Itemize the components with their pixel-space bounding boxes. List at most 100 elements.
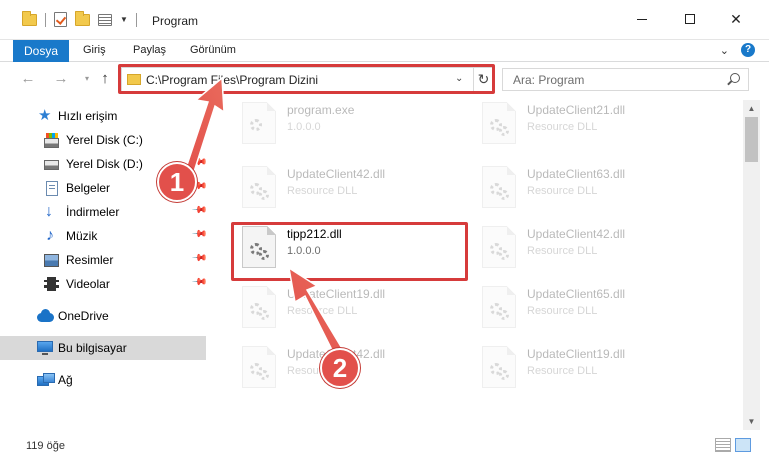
folder-icon [127,74,141,85]
vertical-scrollbar[interactable]: ▲ ▼ [743,100,760,430]
folder-icon [22,10,37,26]
tab-view[interactable]: Görünüm [190,44,236,56]
toolbar-separator [135,12,137,27]
maximize-icon [685,14,695,24]
dll-file-icon [482,226,516,268]
tab-home[interactable]: Giriş [83,44,106,56]
gear-icon [250,119,262,131]
view-options-icon[interactable] [98,13,112,26]
videos-icon [44,277,59,291]
back-button[interactable]: ← [19,70,37,87]
file-item[interactable]: UpdateClient65.dll Resource DLL [462,282,692,334]
status-bar: 119 öğe [0,430,769,474]
tab-file[interactable]: Dosya [13,40,69,62]
customize-toolbar-icon[interactable]: ▼ [120,15,128,24]
sidebar-item-onedrive[interactable]: OneDrive [0,304,206,328]
tab-share[interactable]: Paylaş [133,44,166,56]
ribbon-tabs: Dosya Giriş Paylaş Görünüm ⌄ ? [0,40,769,62]
pin-icon[interactable]: 📌 [191,202,208,219]
file-item[interactable]: UpdateClient21.dll Resource DLL [462,100,692,150]
scroll-up-icon[interactable]: ▲ [743,100,760,117]
forward-button[interactable]: → [52,70,70,87]
gear-icon [259,310,269,320]
file-item[interactable]: UpdateClient42.dll Resource DLL [222,162,452,214]
sidebar-item-label: OneDrive [58,309,109,323]
pictures-icon [44,254,59,267]
file-description: 1.0.0.0 [287,245,321,257]
dll-file-icon [482,166,516,208]
recent-locations-icon[interactable]: ▾ [78,74,96,83]
maximize-button[interactable] [667,4,713,34]
sidebar-item-label: Müzik [66,229,98,243]
file-item-tipp212-dll[interactable]: tipp212.dll 1.0.0.0 [222,222,452,274]
navigation-bar: ← → ▾ ↑ C:\Program Files\Program Dizini … [0,62,769,100]
file-item[interactable]: UpdateClient63.dll Resource DLL [462,162,692,214]
file-description: Resource DLL [527,121,598,133]
file-name: UpdateClient42.dll [287,167,386,181]
sidebar-item-label: İndirmeler [66,205,120,219]
dll-file-icon [482,346,516,388]
file-name: program.exe [287,103,355,117]
pin-icon[interactable]: 📌 [191,226,208,243]
sidebar-item-label: Yerel Disk (C:) [66,133,143,147]
sidebar-item-label: Hızlı erişim [58,109,118,123]
gear-icon [259,370,269,380]
onedrive-icon [37,309,54,322]
file-item[interactable]: UpdateClient19.dll Resource DLL [462,342,692,394]
sidebar-item-label: Yerel Disk (D:) [66,157,143,171]
file-description: Resource DLL [527,185,598,197]
close-button[interactable]: ✕ [713,4,759,34]
sidebar-item-local-disk-c[interactable]: Yerel Disk (C:) [0,128,206,152]
sidebar-item-videos[interactable]: Videolar 📌 [0,272,208,296]
quick-access-toolbar: ▼ [22,10,137,27]
pin-icon[interactable]: 📌 [191,154,208,171]
scroll-down-icon[interactable]: ▼ [743,413,760,430]
file-item-program-exe[interactable]: program.exe 1.0.0.0 [222,100,452,150]
file-description: Resource DLL [287,305,358,317]
sidebar-item-pictures[interactable]: Resimler 📌 [0,248,208,272]
minimize-icon [637,18,647,20]
drive-d-icon [44,160,59,170]
file-description: Resource DLL [527,305,598,317]
exe-file-icon [242,102,276,144]
file-item[interactable]: UpdateClient42.dll Resource DLL [462,222,692,274]
dll-file-icon [242,286,276,328]
file-description: Resource DLL [527,365,598,377]
minimize-button[interactable] [619,4,665,34]
sidebar-item-quick-access[interactable]: ★ Hızlı erişim [0,104,206,128]
sidebar-item-network[interactable]: Ağ [0,368,206,392]
file-name: UpdateClient21.dll [527,103,626,117]
help-icon[interactable]: ? [741,43,755,57]
scroll-thumb[interactable] [745,117,758,162]
new-folder-icon[interactable] [75,10,90,26]
up-button[interactable]: ↑ [96,70,114,87]
sidebar-item-downloads[interactable]: ↓ İndirmeler 📌 [0,200,208,224]
details-view-icon[interactable] [715,438,731,452]
step-badge-1: 1 [157,162,197,202]
address-path[interactable]: C:\Program Files\Program Dizini [146,73,318,87]
documents-icon [46,181,58,196]
sidebar-item-label: Ağ [58,373,73,387]
expand-ribbon-icon[interactable]: ⌄ [720,44,729,57]
sidebar-item-label: Resimler [66,253,114,267]
file-name: UpdateClient19.dll [287,287,386,301]
file-description: Resource DLL [527,245,598,257]
this-pc-icon [37,341,53,355]
pin-icon[interactable]: 📌 [191,250,208,267]
properties-check-icon[interactable] [54,12,67,27]
file-item[interactable]: UpdateClient19.dll Resource DLL [222,282,452,334]
address-bar[interactable]: C:\Program Files\Program Dizini ⌄ ↻ [121,67,493,92]
file-list: program.exe 1.0.0.0 UpdateClient21.dll R… [210,100,743,430]
sidebar-item-label: Bu bilgisayar [58,341,127,355]
large-icons-view-icon[interactable] [735,438,751,452]
file-name: UpdateClient42.dll [527,227,626,241]
close-icon: ✕ [730,10,742,27]
refresh-button[interactable]: ↻ [473,68,493,91]
pin-icon[interactable]: 📌 [191,274,208,291]
address-dropdown-icon[interactable]: ⌄ [455,73,463,84]
dll-file-icon [482,286,516,328]
sidebar-item-this-pc[interactable]: Bu bilgisayar [0,336,206,360]
file-description: 1.0.0.0 [287,121,321,133]
sidebar-item-music[interactable]: ♪ Müzik 📌 [0,224,208,248]
search-input[interactable]: Ara: Program [502,68,749,91]
